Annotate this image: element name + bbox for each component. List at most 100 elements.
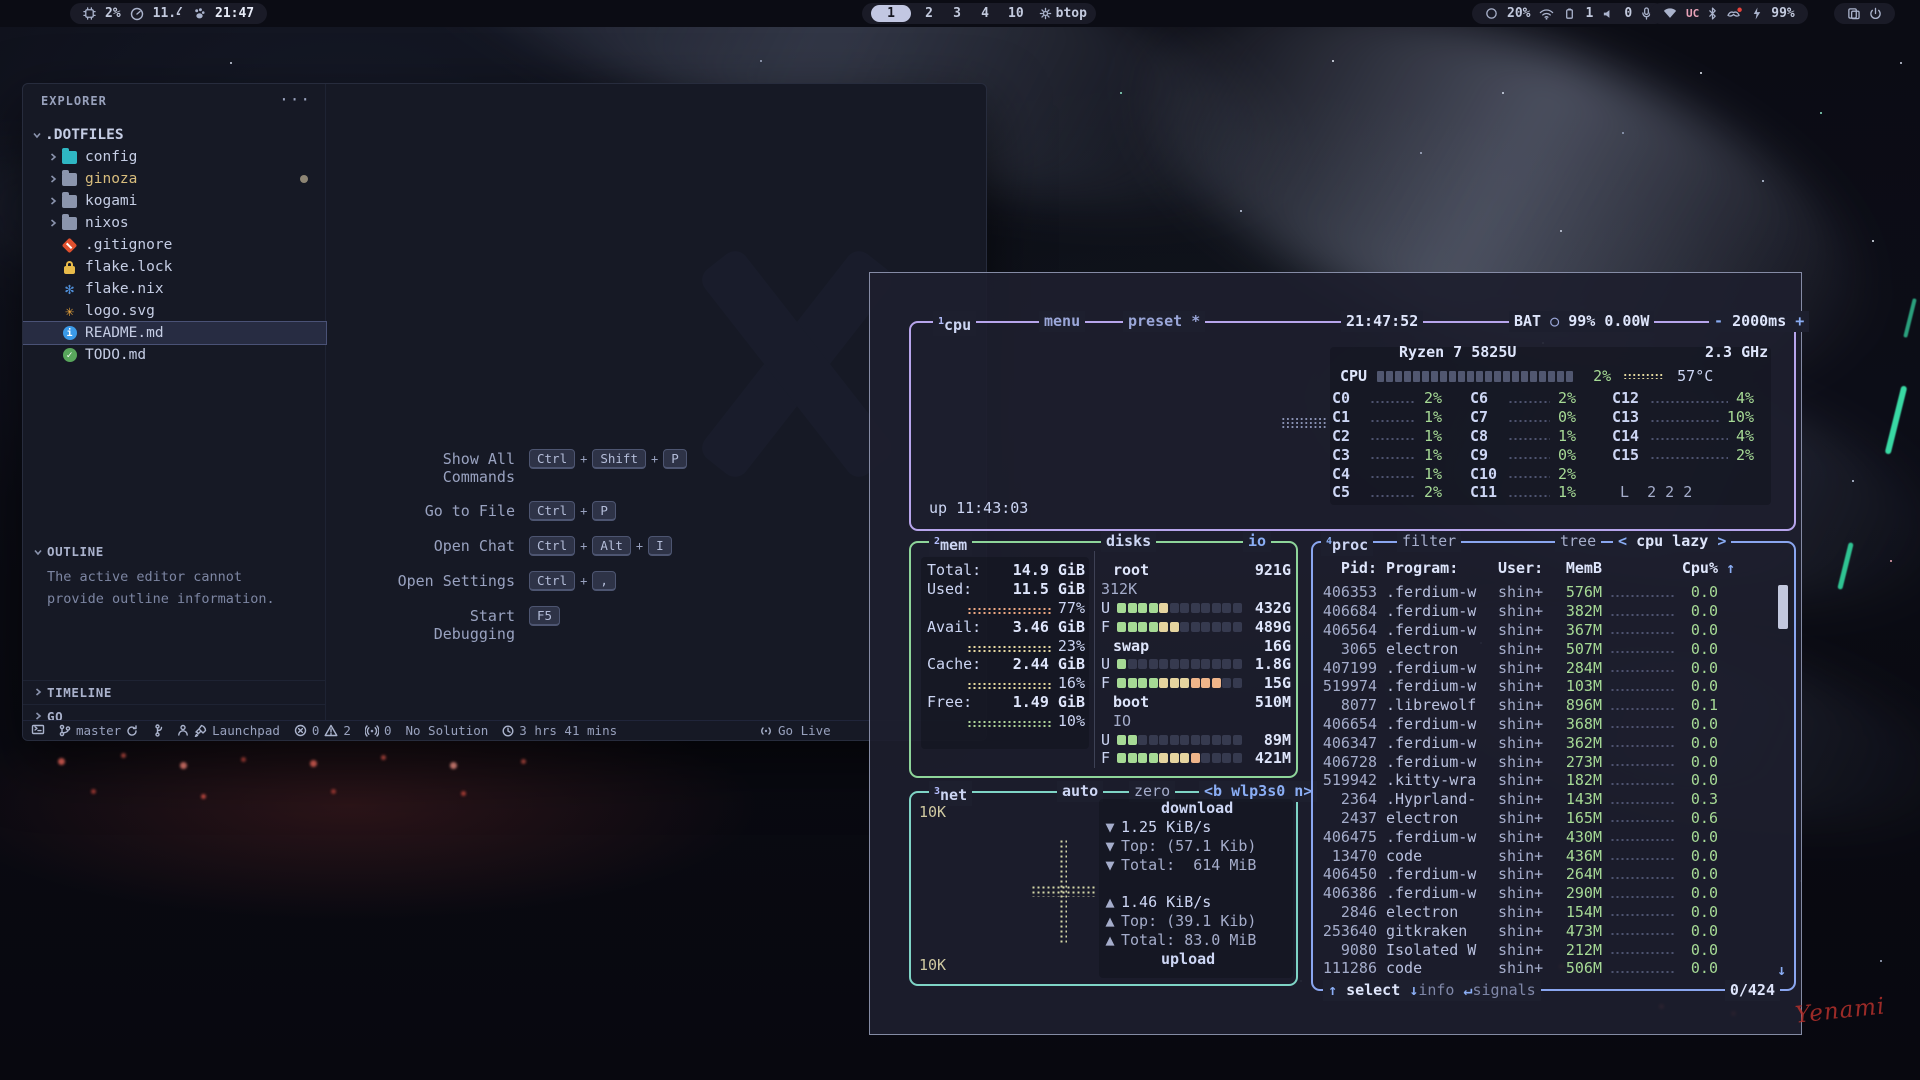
core-stat-row: C41% xyxy=(1332,464,1442,483)
cpu-box-title[interactable]: 1cpu xyxy=(933,311,976,336)
mem-stat-row: Avail:3.46 GiB xyxy=(927,617,1085,636)
git-graph-item[interactable] xyxy=(152,724,163,737)
process-row[interactable]: 406386.ferdium-wshin+290M0.0 xyxy=(1313,884,1794,903)
process-row[interactable]: 519974.ferdium-wshin+103M0.0 xyxy=(1313,677,1794,696)
tree-item-flake.nix[interactable]: ✻flake.nix xyxy=(23,278,326,300)
load-average: L 2 2 2 xyxy=(1620,483,1692,501)
speaker-icon xyxy=(1602,8,1615,20)
wifi-icon xyxy=(1539,8,1554,20)
tree-item-config[interactable]: config xyxy=(23,146,326,168)
tree-item-.gitignore[interactable]: .gitignore xyxy=(23,234,326,256)
go-live-item[interactable]: Go Live xyxy=(759,723,831,738)
scroll-down-icon[interactable]: ↓ xyxy=(1777,961,1786,979)
process-row[interactable]: 406475.ferdium-wshin+430M0.0 xyxy=(1313,827,1794,846)
paw-icon xyxy=(193,7,206,20)
root-label: .DOTFILES xyxy=(45,127,124,143)
io-mode-button[interactable]: io xyxy=(1243,531,1271,552)
process-row[interactable]: 519942.kitty-wrashin+182M0.0 xyxy=(1313,771,1794,790)
workspace-10[interactable]: 10 xyxy=(1003,5,1029,22)
proc-tree-button[interactable]: tree xyxy=(1555,531,1601,552)
proc-sort-control[interactable]: < cpu lazy > xyxy=(1613,531,1731,552)
mem-box-title[interactable]: 2mem xyxy=(929,531,972,556)
clock-pill[interactable]: 21:47 xyxy=(180,3,267,24)
focused-app-label[interactable]: btop xyxy=(1056,6,1087,21)
process-row[interactable]: 9080Isolated Wshin+212M0.0 xyxy=(1313,940,1794,959)
preset-button[interactable]: preset * xyxy=(1123,311,1205,332)
tree-item-TODO.md[interactable]: ✓TODO.md xyxy=(23,344,326,366)
proc-filter-button[interactable]: filter xyxy=(1397,531,1461,552)
process-row[interactable]: 2364.Hyprland-shin+143M0.3 xyxy=(1313,790,1794,809)
section-timeline[interactable]: TIMELINE xyxy=(23,680,326,703)
connectivity-pill[interactable]: UC 99% xyxy=(1650,3,1808,24)
process-row[interactable]: 406684.ferdium-wshin+382M0.0 xyxy=(1313,602,1794,621)
git-graph-icon xyxy=(152,724,163,737)
proc-header-row[interactable]: Pid: Program: User: MemB Cpu% ↑ xyxy=(1313,559,1794,577)
process-row[interactable]: 13470codeshin+436M0.0 xyxy=(1313,846,1794,865)
vscode-statusbar: master Launchpad 0 2 0 No Solution 3 hrs… xyxy=(23,720,986,740)
tree-item-README.md[interactable]: iREADME.md xyxy=(23,322,326,344)
tree-item-kogami[interactable]: kogami xyxy=(23,190,326,212)
process-row[interactable]: 253640gitkrakenshin+473M0.0 xyxy=(1313,921,1794,940)
problems-item[interactable]: 0 2 xyxy=(294,723,351,738)
core-stat-row: C144% xyxy=(1612,427,1754,446)
proc-footer-keys[interactable]: ↑ select ↓info ↵signals xyxy=(1323,980,1541,1001)
process-row[interactable]: 406450.ferdium-wshin+264M0.0 xyxy=(1313,865,1794,884)
mem-graph-dots xyxy=(967,607,1053,615)
disk-name-row: boot510M xyxy=(1101,693,1291,712)
tree-item-label: kogami xyxy=(85,193,137,209)
core-stat-row: C02% xyxy=(1332,389,1442,408)
workspace-1[interactable]: 1 xyxy=(871,5,911,22)
proc-scrollbar-thumb[interactable] xyxy=(1778,585,1788,629)
process-row[interactable]: 406353.ferdium-wshin+576M0.0 xyxy=(1313,583,1794,602)
folder-icon xyxy=(62,195,77,208)
tree-item-ginoza[interactable]: ginoza xyxy=(23,168,326,190)
workspace-3[interactable]: 3 xyxy=(947,5,967,22)
process-row[interactable]: 2846electronshin+154M0.0 xyxy=(1313,903,1794,922)
upload-speed: ▲1.46 KiB/s xyxy=(1099,893,1293,912)
tree-item-flake.lock[interactable]: flake.lock xyxy=(23,256,326,278)
remote-indicator[interactable] xyxy=(31,724,45,737)
process-row[interactable]: 406728.ferdium-wshin+273M0.0 xyxy=(1313,752,1794,771)
tree-item-nixos[interactable]: nixos xyxy=(23,212,326,234)
workspace-2[interactable]: 2 xyxy=(919,5,939,22)
quick-stats-pill[interactable]: 20% 1 0 xyxy=(1472,3,1665,24)
menu-button[interactable]: menu xyxy=(1039,311,1085,332)
tree-root-dotfiles[interactable]: .DOTFILES xyxy=(23,124,326,146)
section-outline[interactable]: OUTLINE xyxy=(23,540,326,563)
folder-icon xyxy=(62,173,77,186)
disk-name-row: swap16G xyxy=(1101,636,1291,655)
launchpad-item[interactable]: Launchpad xyxy=(177,723,280,738)
key-cap: , xyxy=(592,571,616,591)
clipboard-icon xyxy=(1847,7,1860,20)
process-row[interactable]: 407199.ferdium-wshin+284M0.0 xyxy=(1313,658,1794,677)
keybinding-hint: Show All CommandsCtrl+Shift+P xyxy=(383,450,943,486)
time-tracker-item[interactable]: 3 hrs 41 mins xyxy=(502,723,617,738)
explorer-more-actions-icon[interactable]: ··· xyxy=(279,90,311,109)
disk-io-label: IO xyxy=(1101,711,1291,730)
process-row[interactable]: 3065electronshin+507M0.0 xyxy=(1313,639,1794,658)
btop-window: 1cpu menu preset * 21:47:52 BAT ○ 99% 0.… xyxy=(869,272,1802,1035)
disks-title[interactable]: disks xyxy=(1101,531,1156,552)
mem-stat-row: Free:1.49 GiB xyxy=(927,693,1085,712)
battery-percent: 99% xyxy=(1771,6,1794,21)
update-interval-control[interactable]: - 2000ms + xyxy=(1709,311,1809,332)
session-pill[interactable] xyxy=(1834,3,1895,24)
process-row[interactable]: 406654.ferdium-wshin+368M0.0 xyxy=(1313,715,1794,734)
tree-item-logo.svg[interactable]: ✳logo.svg xyxy=(23,300,326,322)
core-stat-row: C31% xyxy=(1332,445,1442,464)
key-cap: I xyxy=(648,536,672,556)
workspace-4[interactable]: 4 xyxy=(975,5,995,22)
process-row[interactable]: 406347.ferdium-wshin+362M0.0 xyxy=(1313,733,1794,752)
solution-item[interactable]: No Solution xyxy=(405,723,488,738)
process-row[interactable]: 406564.ferdium-wshin+367M0.0 xyxy=(1313,621,1794,640)
net-auto-button[interactable]: auto xyxy=(1057,781,1103,802)
core-stat-row: C62% xyxy=(1470,389,1576,408)
key-cap: Ctrl xyxy=(529,536,575,556)
proc-box-title[interactable]: 4proc xyxy=(1321,531,1373,556)
process-row[interactable]: 2437electronshin+165M0.6 xyxy=(1313,809,1794,828)
process-row[interactable]: 8077.librewolfshin+896M0.1 xyxy=(1313,696,1794,715)
key-cap: F5 xyxy=(529,606,560,626)
git-branch-item[interactable]: master xyxy=(59,723,138,738)
process-row[interactable]: 111286codeshin+506M0.0 xyxy=(1313,959,1794,978)
ports-item[interactable]: 0 xyxy=(365,723,392,738)
